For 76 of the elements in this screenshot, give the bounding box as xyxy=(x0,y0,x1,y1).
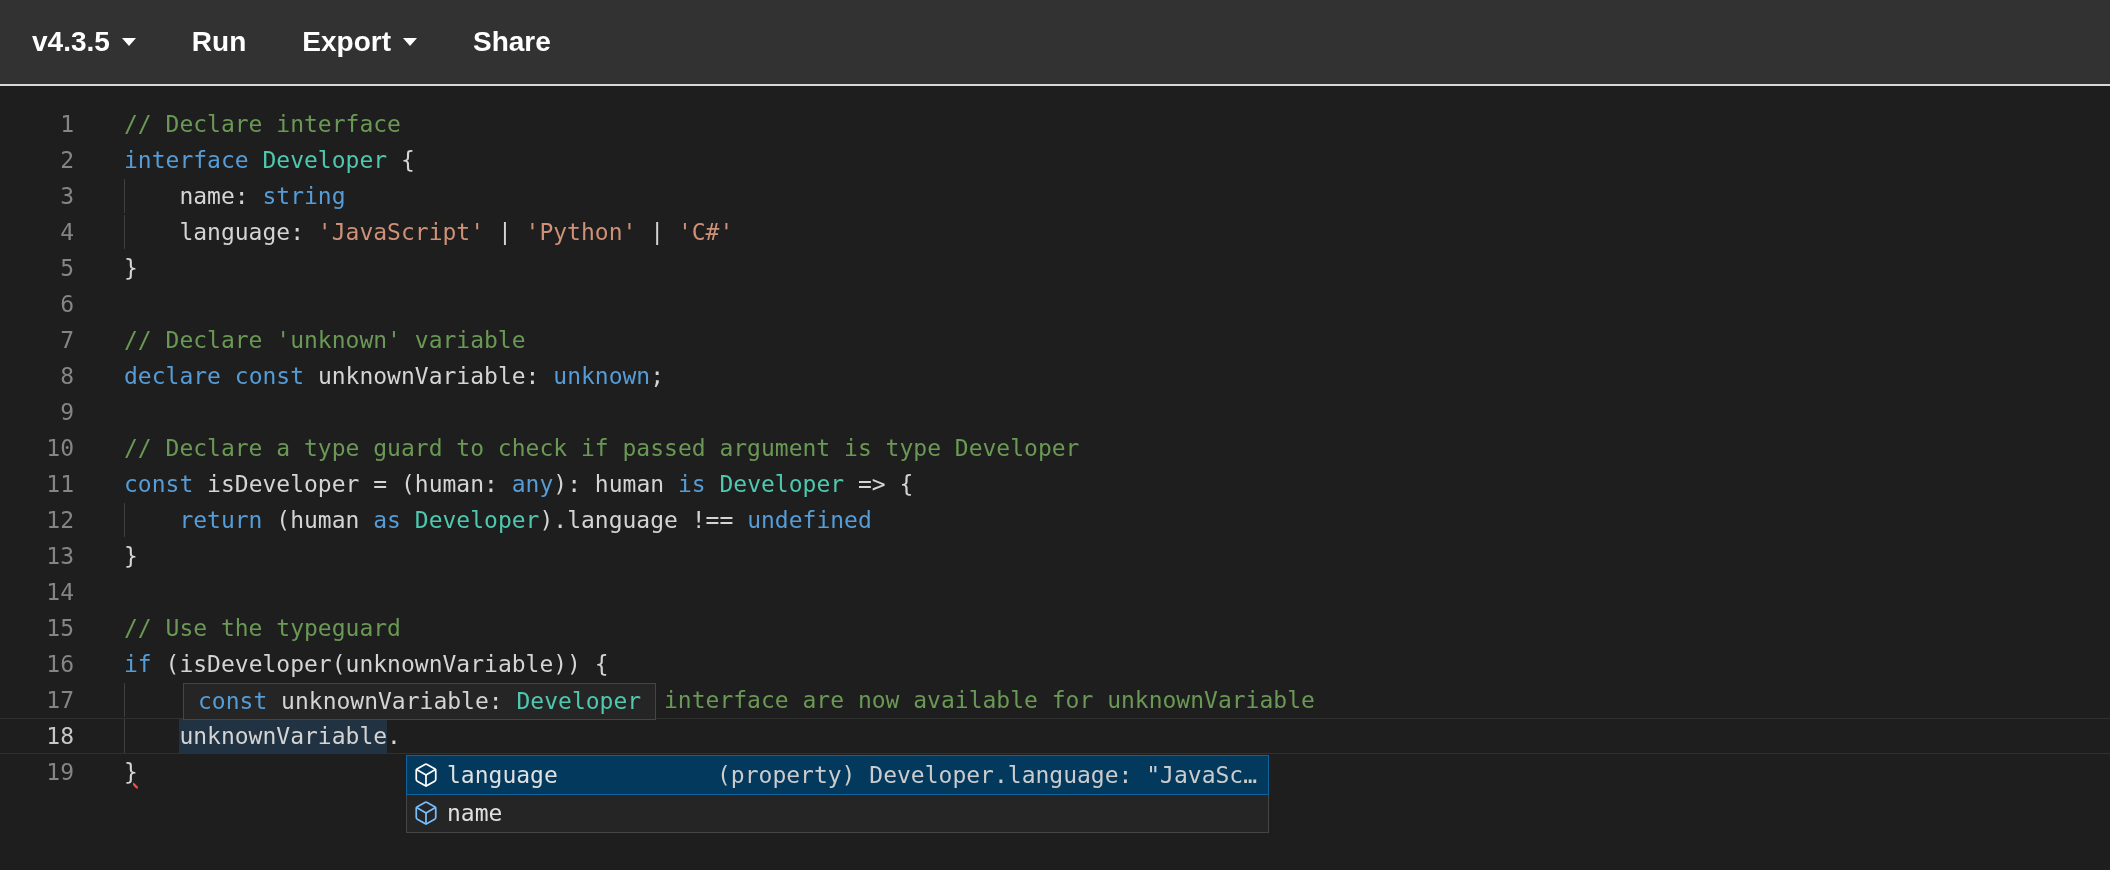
code-token: name: xyxy=(179,182,250,211)
code-token: ): human xyxy=(553,470,666,499)
line-number: 2 xyxy=(59,146,74,175)
code-token: as xyxy=(373,506,401,535)
code-token: string xyxy=(262,182,346,211)
code-token: const xyxy=(124,470,194,499)
code-token: { xyxy=(399,146,415,175)
code-token: ; xyxy=(650,362,665,391)
code-token: (human xyxy=(275,506,361,535)
code-token: Developer xyxy=(261,146,388,175)
code-token: . xyxy=(387,722,401,751)
line-number: 1 xyxy=(59,110,74,139)
code-token: // Use the typeguard xyxy=(124,614,401,643)
code-token: Developer xyxy=(718,470,845,499)
code-token: undefined xyxy=(747,506,872,535)
code-token: is xyxy=(677,470,706,499)
line-number: 7 xyxy=(59,326,74,355)
code-token: isDeveloper = (human: xyxy=(206,470,499,499)
line-number: 4 xyxy=(59,218,74,247)
line-number: 6 xyxy=(59,290,74,319)
caret-icon xyxy=(403,38,417,46)
code-token: interface are now available for unknownVariable xyxy=(664,687,1315,713)
line-number: 19 xyxy=(45,758,74,787)
code-token: // Declare a type guard to check if passed argument is type Developer xyxy=(124,434,1080,463)
suggestion-label: name xyxy=(447,798,504,828)
caret-icon xyxy=(121,38,136,46)
code-token: if xyxy=(124,650,152,679)
line-number: 12 xyxy=(45,506,74,535)
code-token: | xyxy=(649,218,666,247)
line-number: 14 xyxy=(45,578,74,607)
line-number: 10 xyxy=(45,434,74,463)
code-token: // Declare interface xyxy=(124,110,401,139)
code-token: // Declare 'unknown' variable xyxy=(124,326,526,355)
line-number: 18 xyxy=(45,722,74,751)
line-number: 11 xyxy=(45,470,74,499)
suggestion-label: language xyxy=(447,760,559,790)
line-number: 5 xyxy=(59,254,74,283)
toolbar-menu-button[interactable]: Export xyxy=(302,21,417,63)
code-token: language: xyxy=(179,218,305,247)
line-number: 9 xyxy=(59,398,74,427)
line-number: 3 xyxy=(59,182,74,211)
code-token: unknownVariable xyxy=(179,719,388,753)
code-token: 'Python' xyxy=(525,218,637,247)
toolbar-menu-button[interactable]: Run xyxy=(191,21,247,63)
tooltip-text: const xyxy=(198,687,268,717)
suggestion-item[interactable]: name xyxy=(407,794,1268,832)
code-token: return xyxy=(179,506,263,535)
line-number: 13 xyxy=(45,542,74,571)
code-token: => { xyxy=(856,470,914,499)
code-token: (isDeveloper(unknownVariable)) { xyxy=(164,650,609,679)
code-token: | xyxy=(496,218,513,247)
suggestion-detail: (property) Developer.language: "JavaSc… xyxy=(717,760,1258,790)
line-number: 15 xyxy=(45,614,74,643)
code-token: const xyxy=(233,362,305,391)
code-token: } xyxy=(124,542,138,571)
toolbar-menu-button[interactable]: Share xyxy=(473,21,551,63)
code-token: any xyxy=(511,470,554,499)
line-number: 8 xyxy=(59,362,74,391)
code-token: unknownVariable: xyxy=(316,362,541,391)
tooltip-text: unknownVariable: xyxy=(280,687,504,717)
tooltip-text: Developer xyxy=(516,687,642,717)
code-token: ).language !== xyxy=(539,506,735,535)
line-number: 16 xyxy=(45,650,74,679)
code-token: 'JavaScript' xyxy=(317,218,485,247)
code-token: } xyxy=(124,254,138,283)
suggestion-item[interactable]: language (property) Developer.language: "JavaSc… xyxy=(407,756,1268,794)
code-token: } xyxy=(124,758,138,787)
code-token: 'C#' xyxy=(677,218,734,247)
code-token: Developer xyxy=(413,506,540,535)
toolbar-menu-button[interactable]: v4.3.5 xyxy=(32,21,136,63)
code-token: declare xyxy=(124,362,221,391)
code-token: interface xyxy=(124,146,249,175)
cube-icon xyxy=(413,800,439,826)
code-token: unknown xyxy=(553,362,651,391)
line-number: 17 xyxy=(45,686,74,715)
cube-icon xyxy=(413,762,439,788)
